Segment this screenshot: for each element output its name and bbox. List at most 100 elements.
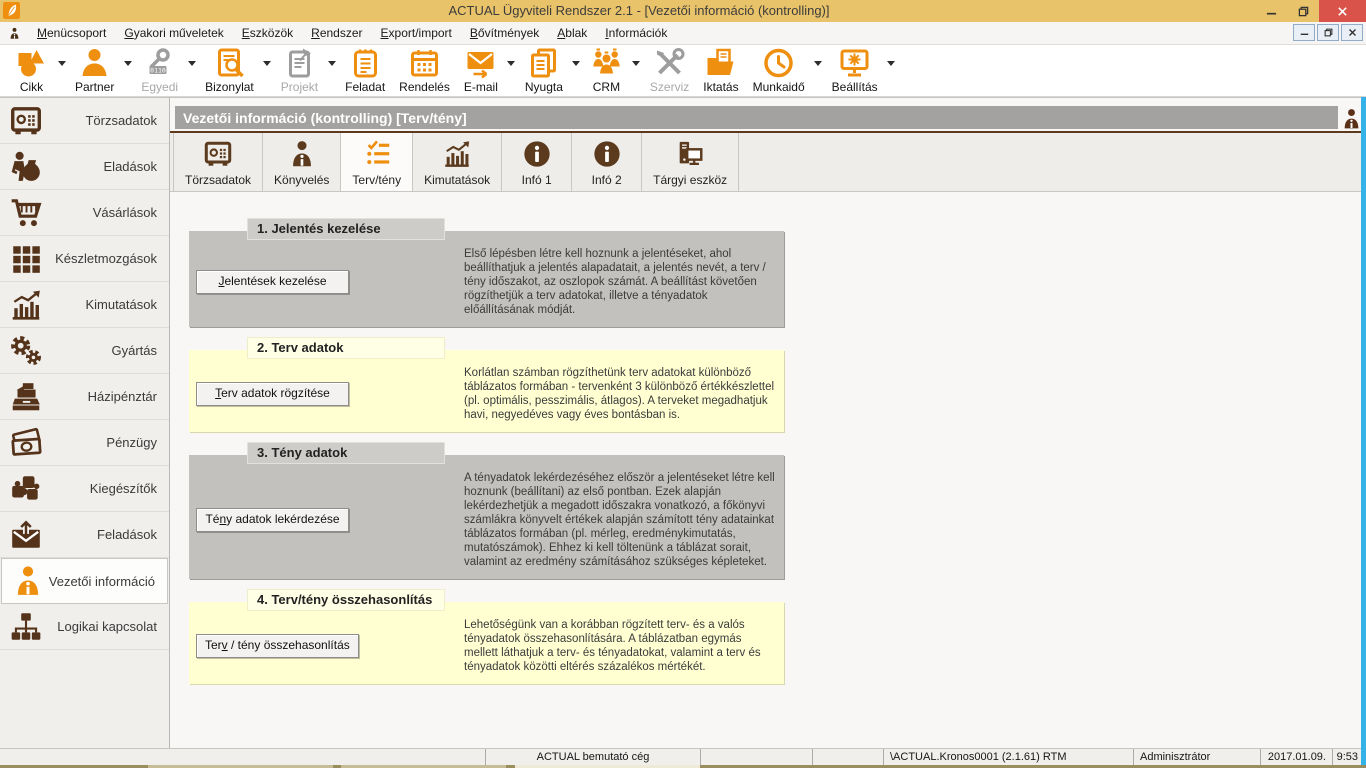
monitor-gear-icon [838,47,871,79]
sidebar-item-kimutatasok[interactable]: Kimutatások [0,282,169,328]
sidebar-item-label: Vezetői információ [45,574,155,589]
section-body: Tény adatok lekérdezése A tényadatok lek… [189,455,784,579]
toolbar-item-label: Munkaidő [753,80,805,94]
sidebar-item-label: Vásárlások [43,205,157,220]
sidebar-item-logikai-kapcsolat[interactable]: Logikai kapcsolat [0,604,169,650]
tab-targyi-eszkoz[interactable]: Tárgyi eszköz [642,133,739,191]
toolbar-item-nyugta[interactable]: Nyugta [518,46,570,94]
toolbar-item-label: E-mail [464,80,498,94]
tab-konyveles[interactable]: Könyvelés [263,133,341,191]
menu-item-bovitmenyek[interactable]: Bővítmények [461,23,548,43]
tab-info-1[interactable]: Infó 1 [502,133,572,191]
section-body: Terv / tény összehasonlítás Lehetőségünk… [189,602,784,684]
sidebar-item-vasarlasok[interactable]: Vásárlások [0,190,169,236]
close-glyph [1337,6,1348,17]
logged-in-user-icon[interactable] [1340,105,1363,133]
person-info-icon [11,564,45,598]
dropdown-arrow[interactable] [505,61,518,66]
section-button-teny-adatok-lekerdezese[interactable]: Tény adatok lekérdezése [196,508,349,532]
menu-item-rendszer[interactable]: Rendszer [302,23,371,43]
clock-icon [762,47,795,79]
toolbar-item-beallitas[interactable]: Beállítás [825,46,885,94]
tab-torzsadatok[interactable]: Törzsadatok [173,133,263,191]
restore-glyph [1324,28,1333,37]
toolbar-item-crm[interactable]: CRM [583,46,630,94]
dropdown-arrow[interactable] [261,61,274,66]
info-icon [592,139,622,169]
user-icon [8,26,21,41]
menu-item-export-import[interactable]: Export/import [372,23,461,43]
section-button-terv-teny-osszehasonlitas[interactable]: Terv / tény összehasonlítás [196,634,359,658]
key-icon: 0110 [143,47,176,79]
gears-icon [9,334,43,368]
dropdown-arrow[interactable] [570,61,583,66]
section-3-teny-adatok: 3. Tény adatok Tény adatok lekérdezése A… [189,442,784,579]
mdi-window-controls [1293,24,1363,41]
sidebar-item-vezetoi-informacio[interactable]: Vezetői információ [1,558,168,604]
menu-item-menucsoport[interactable]: Menücsoport [28,23,115,43]
sidebar-item-gyartas[interactable]: Gyártás [0,328,169,374]
section-button-terv-adatok-rogzitese[interactable]: Terv adatok rögzítése [196,382,349,406]
statusbar-cell-3 [813,749,884,765]
tab-terv-teny[interactable]: Terv/tény [341,133,413,191]
menu-item-informaciok[interactable]: Információk [596,23,676,43]
tab-strip: Törzsadatok Könyvelés Terv/tény Kimutatá… [170,133,1366,192]
section-4-terv-teny-osszehasonlitas: 4. Terv/tény összehasonlítás Terv / tény… [189,589,784,684]
menu-item-gyakori-muveletek[interactable]: Gyakori műveletek [115,23,232,43]
restore-button[interactable] [1287,0,1319,22]
menu-item-ablak[interactable]: Ablak [548,23,596,43]
content-area: Vezetői információ (kontrolling) [Terv/t… [170,97,1366,748]
chart-icon [442,139,472,169]
dropdown-arrow[interactable] [55,61,68,66]
sidebar-item-label: Feladások [43,527,157,542]
toolbar-item-cikk[interactable]: Cikk [8,46,55,94]
sidebar-item-eladasok[interactable]: Eladások [0,144,169,190]
statusbar-cell-2 [701,749,813,765]
people-icon [590,47,623,79]
tab-label: Törzsadatok [185,173,251,187]
sidebar-item-feladasok[interactable]: Feladások [0,512,169,558]
toolbar-item-partner[interactable]: Partner [68,46,121,94]
tab-info-2[interactable]: Infó 2 [572,133,642,191]
toolbar-item-iktatas[interactable]: Iktatás [696,46,745,94]
tab-kimutatasok[interactable]: Kimutatások [413,133,502,191]
close-button[interactable] [1319,0,1366,22]
toolbar-item-e-mail[interactable]: E-mail [457,46,505,94]
dropdown-arrow[interactable] [121,61,134,66]
section-description: Korlátlan számban rögzíthetünk terv adat… [464,365,776,422]
tree-icon [9,610,43,644]
sidebar-item-label: Kimutatások [43,297,157,312]
toolbar-item-label: Nyugta [525,80,563,94]
doc-search-icon [213,47,246,79]
minimize-glyph [1266,6,1277,17]
section-button-jelentesek-kezelese[interactable]: Jelentések kezelése [196,270,349,294]
minimize-button[interactable] [1255,0,1287,22]
sidebar-item-hazipenztar[interactable]: Házipénztár [0,374,169,420]
dropdown-arrow[interactable] [630,61,643,66]
section-list: 1. Jelentés kezelése Jelentések kezelése… [170,192,1366,684]
toolbar-item-bizonylat[interactable]: Bizonylat [198,46,261,94]
checklist-icon [362,139,392,169]
mdi-close-button[interactable] [1341,24,1363,41]
chart-icon [9,288,43,322]
tools-icon [653,47,686,79]
section-title: 3. Tény adatok [247,442,445,464]
mdi-minimize-button[interactable] [1293,24,1315,41]
sidebar-item-torzsadatok[interactable]: Törzsadatok [0,98,169,144]
toolbar-item-rendeles[interactable]: Rendelés [392,46,457,94]
sidebar-item-keszletmozgasok[interactable]: Készletmozgások [0,236,169,282]
safe-icon [9,104,43,138]
mdi-restore-button[interactable] [1317,24,1339,41]
dropdown-arrow[interactable] [885,61,898,66]
dropdown-arrow[interactable] [812,61,825,66]
menu-item-eszkozok[interactable]: Eszközök [233,23,302,43]
toolbar-item-label: Partner [75,80,114,94]
toolbar-item-munkaido[interactable]: Munkaidő [746,46,812,94]
section-description: Első lépésben létre kell hoznunk a jelen… [464,246,776,317]
sidebar-item-kiegeszitok[interactable]: Kiegészítők [0,466,169,512]
dropdown-arrow [325,61,338,66]
section-body: Terv adatok rögzítése Korlátlan számban … [189,350,784,432]
sidebar-item-penzugy[interactable]: Pénzügy [0,420,169,466]
sidebar-item-label: Készletmozgások [43,251,157,266]
toolbar-item-feladat[interactable]: Feladat [338,46,392,94]
